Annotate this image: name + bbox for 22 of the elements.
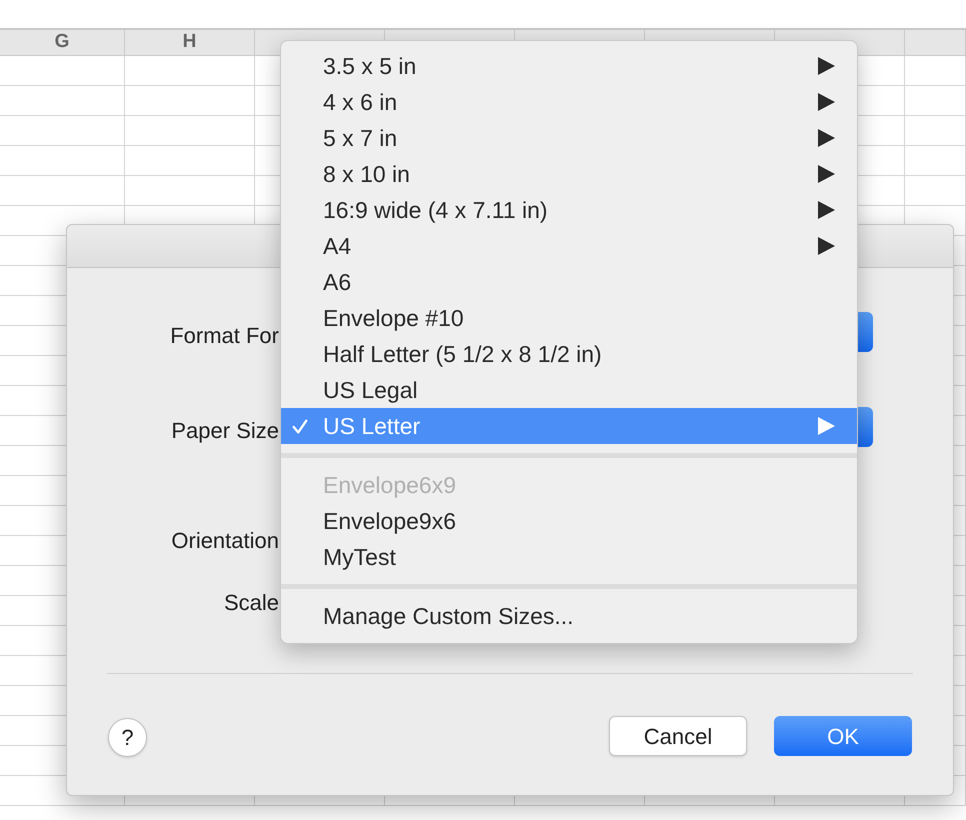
column-header[interactable]: H <box>125 30 255 55</box>
menu-item[interactable]: 16:9 wide (4 x 7.11 in) <box>281 192 857 228</box>
field-label: Format For <box>170 322 279 350</box>
column-header[interactable]: G <box>0 30 125 55</box>
menu-item[interactable]: Envelope #10 <box>281 300 857 336</box>
menu-item[interactable]: 8 x 10 in <box>281 156 857 192</box>
field-label: Paper Size <box>171 417 279 445</box>
ok-button[interactable]: OK <box>774 716 912 756</box>
field-label: Orientation <box>171 527 279 555</box>
help-button[interactable]: ? <box>108 718 147 757</box>
menu-item[interactable]: Half Letter (5 1/2 x 8 1/2 in) <box>281 336 857 372</box>
menu-item[interactable]: MyTest <box>281 539 857 575</box>
menu-item[interactable]: 3.5 x 5 in <box>281 48 857 84</box>
menu-item[interactable]: 5 x 7 in <box>281 120 857 156</box>
menu-item[interactable]: A4 <box>281 228 857 264</box>
menu-item[interactable]: Envelope9x6 <box>281 503 857 539</box>
menu-item[interactable]: 4 x 6 in <box>281 84 857 120</box>
field-label: Scale <box>224 589 279 617</box>
menu-item[interactable]: A6 <box>281 264 857 300</box>
menu-item[interactable]: US Legal <box>281 372 857 408</box>
cancel-button[interactable]: Cancel <box>609 716 747 756</box>
menu-item[interactable]: Manage Custom Sizes... <box>281 598 857 634</box>
